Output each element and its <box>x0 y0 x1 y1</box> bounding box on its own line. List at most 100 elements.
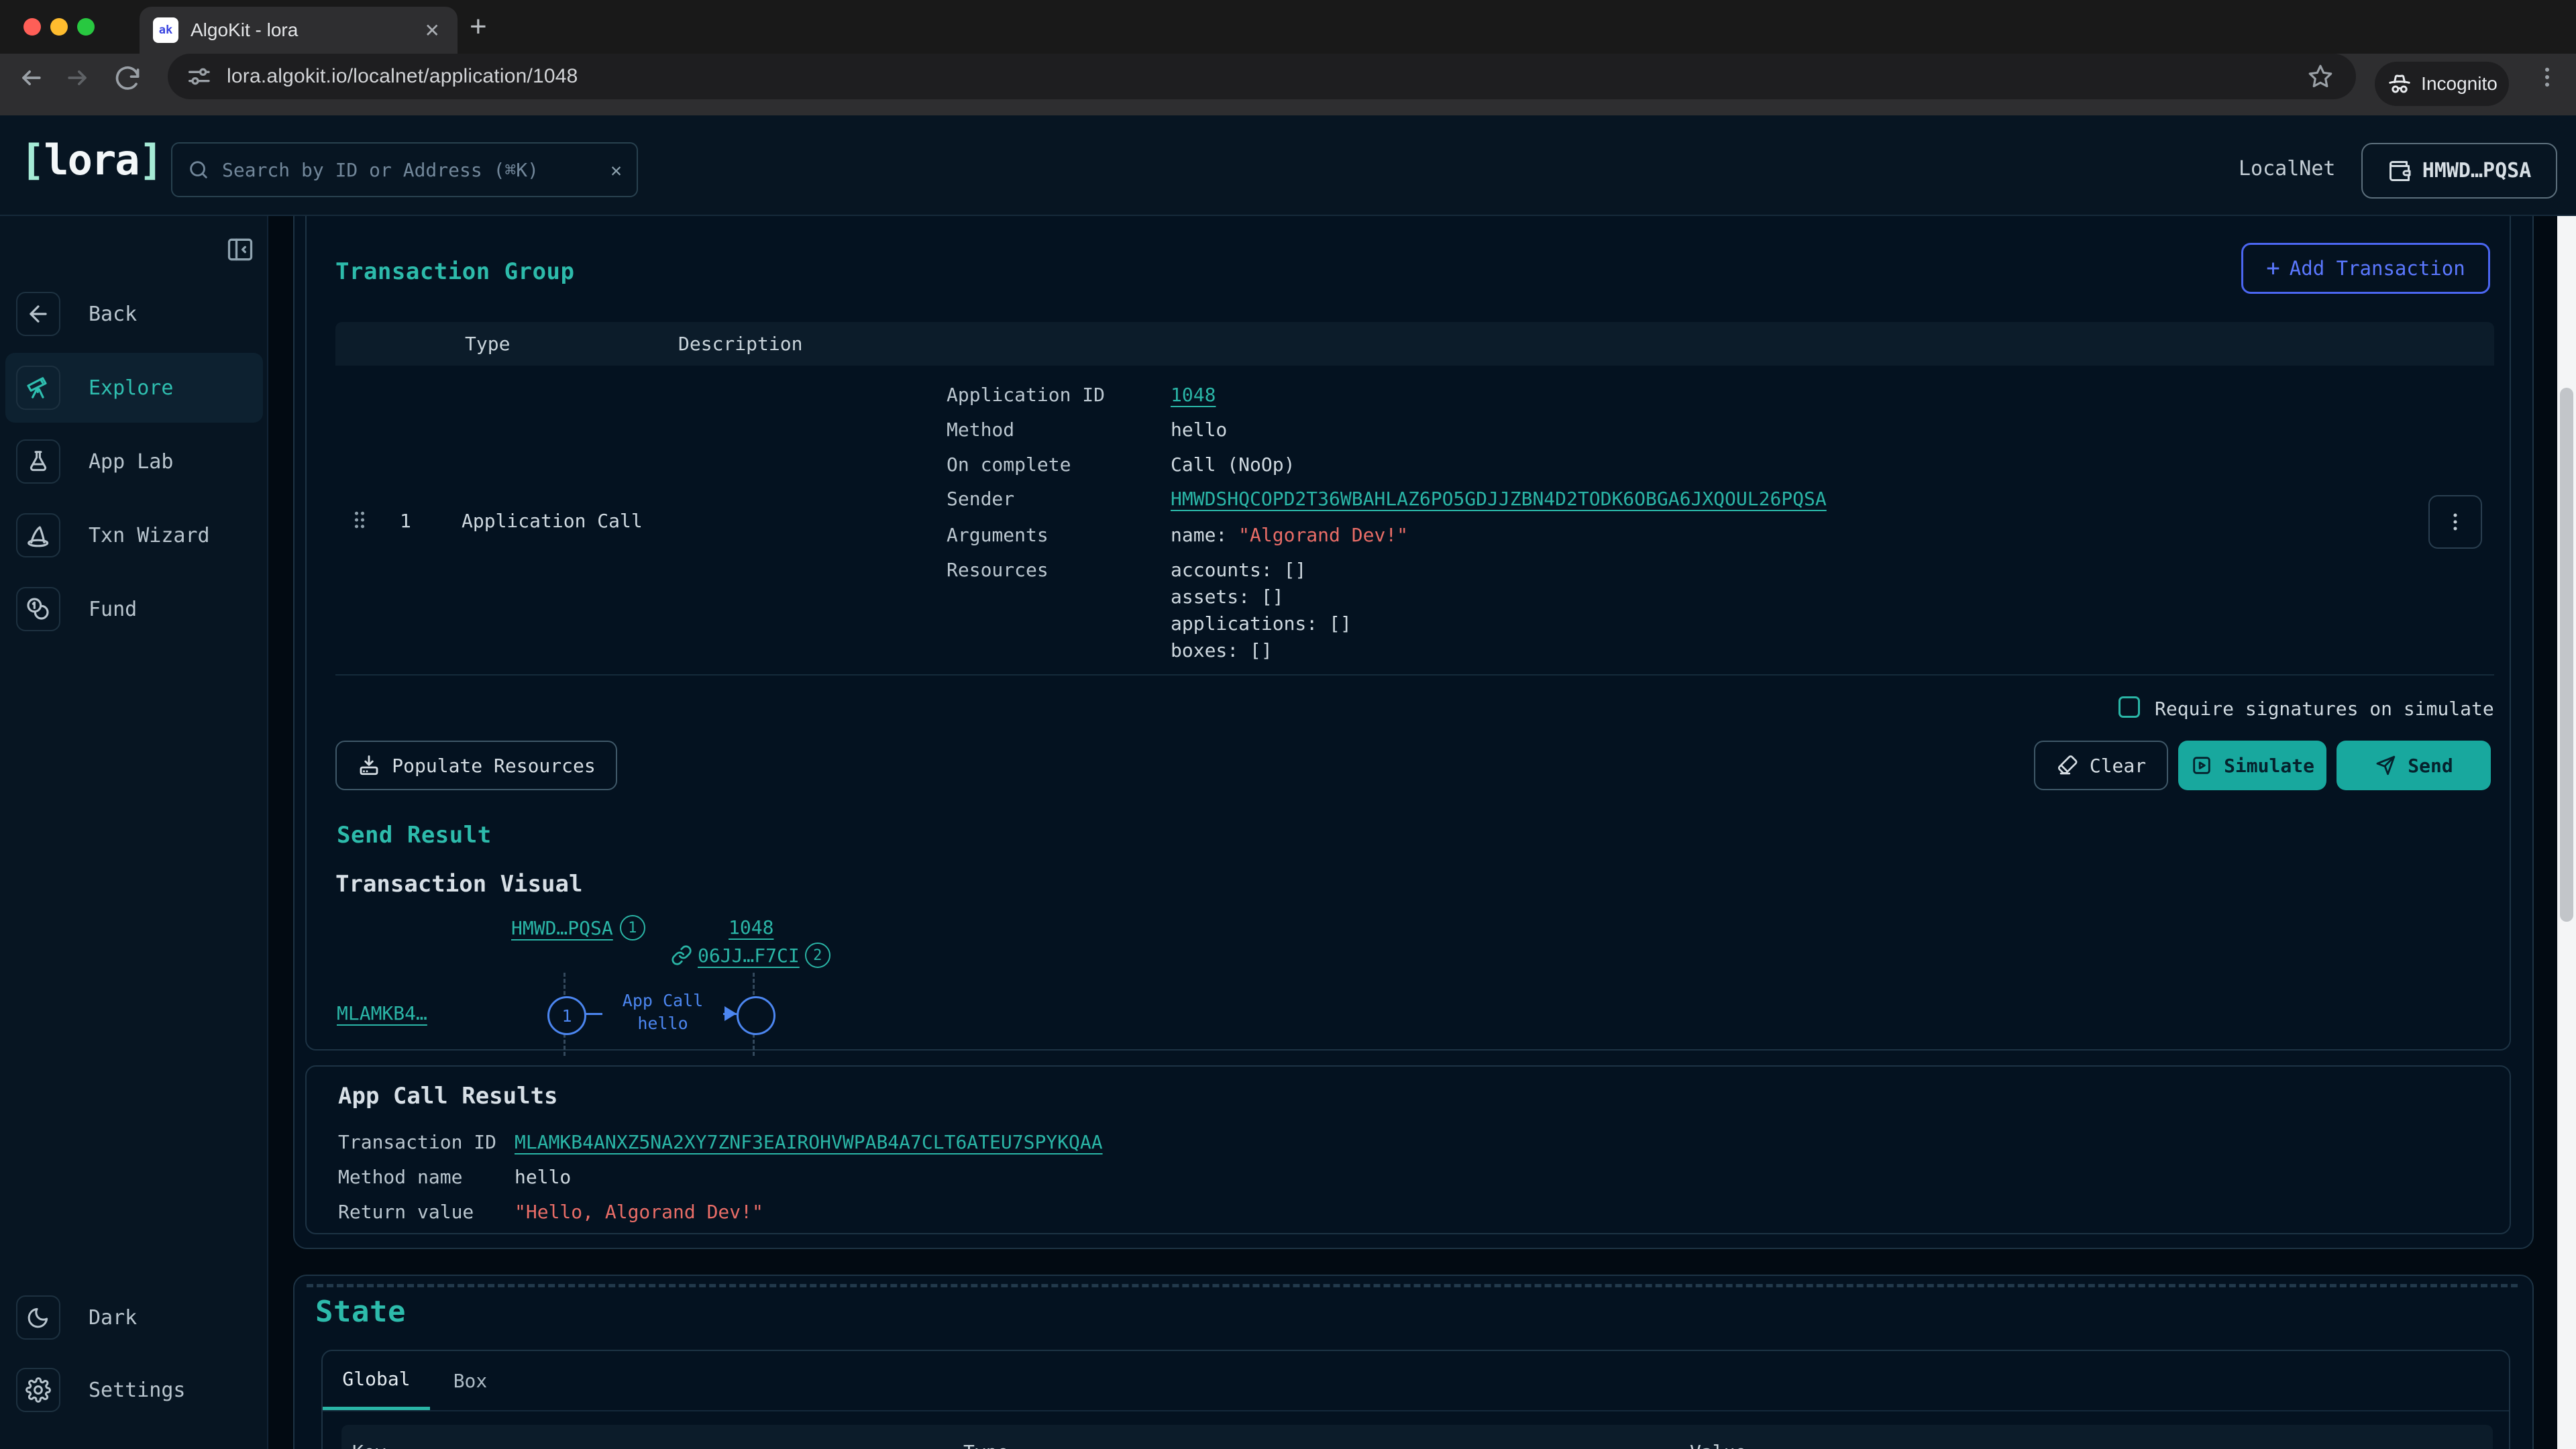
add-transaction-button[interactable]: + Add Transaction <box>2241 243 2490 294</box>
resource-applications: applications: [] <box>1171 612 1352 635</box>
window-close-button[interactable] <box>23 18 41 36</box>
edge-arrowhead <box>724 1006 737 1021</box>
state-table-header: Key Type Value <box>341 1425 2493 1449</box>
sidebar-item-theme-toggle[interactable]: Dark <box>5 1283 263 1352</box>
tab-title: AlgoKit - lora <box>191 19 421 41</box>
sidebar-item-back[interactable]: Back <box>5 279 263 349</box>
simulate-label: Simulate <box>2224 755 2314 777</box>
sidebar-item-txn-wizard[interactable]: Txn Wizard <box>5 500 263 570</box>
sidebar-item-label: Fund <box>89 598 137 621</box>
app-call-results-title: App Call Results <box>338 1083 558 1110</box>
app-lane-link[interactable]: 1048 <box>729 916 773 938</box>
visual-group-header[interactable]: 06JJ…F7CI 2 <box>671 943 830 968</box>
wallet-button[interactable]: HMWD…PQSA <box>2361 143 2557 199</box>
simulate-button[interactable]: Simulate <box>2178 741 2326 790</box>
field-label: On complete <box>947 453 1071 476</box>
browser-tab-strip: ak AlgoKit - lora ✕ + <box>0 0 2576 54</box>
txn-row-link[interactable]: MLAMKB4… <box>337 1002 427 1024</box>
transaction-id-label: Transaction ID <box>338 1131 496 1153</box>
sidebar-item-label: Settings <box>89 1379 186 1402</box>
txn-index: 1 <box>400 510 411 532</box>
flask-icon <box>16 439 60 484</box>
page-scrollbar-thumb[interactable] <box>2560 388 2573 922</box>
wizard-hat-icon <box>16 513 60 557</box>
app-header: [lora] Search by ID or Address (⌘K) ✕ Lo… <box>0 115 2576 216</box>
populate-resources-button[interactable]: Populate Resources <box>335 741 617 790</box>
reload-icon[interactable] <box>113 63 142 93</box>
sender-lane-link[interactable]: HMWD…PQSA <box>511 917 613 939</box>
sidebar-item-label: App Lab <box>89 450 173 474</box>
application-id-link[interactable]: 1048 <box>1171 384 1216 406</box>
column-type: Type <box>963 1441 1008 1449</box>
transaction-id-link[interactable]: MLAMKB4ANXZ5NA2XY7ZNF3EAIROHVWPAB4A7CLT6… <box>515 1131 1103 1153</box>
incognito-badge: Incognito <box>2375 62 2509 106</box>
tab-box[interactable]: Box <box>430 1351 511 1410</box>
network-selector[interactable]: LocalNet <box>2239 157 2336 180</box>
incognito-icon <box>2386 70 2413 97</box>
browser-tab[interactable]: ak AlgoKit - lora ✕ <box>140 7 458 54</box>
site-settings-icon[interactable] <box>185 63 212 90</box>
tab-close-icon[interactable]: ✕ <box>421 19 444 42</box>
dashed-divider <box>307 1284 2518 1287</box>
txn-table-header: Type Description <box>335 322 2494 366</box>
visual-sender-header[interactable]: HMWD…PQSA 1 <box>511 915 645 941</box>
node-index: 1 <box>561 1006 572 1026</box>
edge-label: App Call hello <box>602 989 723 1035</box>
browser-menu-icon[interactable] <box>2534 64 2560 90</box>
sender-address-link[interactable]: HMWDSHQCOPD2T36WBAHLAZ6PO5GDJJZBN4D2TODK… <box>1171 488 1827 510</box>
tab-global[interactable]: Global <box>323 1351 430 1410</box>
field-label: Method <box>947 419 1014 441</box>
window-zoom-button[interactable] <box>77 18 95 36</box>
column-description: Description <box>678 333 802 355</box>
sidebar-collapse-icon[interactable] <box>225 235 255 264</box>
search-icon <box>187 158 210 181</box>
moon-icon <box>16 1295 60 1340</box>
state-title: State <box>315 1295 406 1329</box>
txn-table-row[interactable]: 1 Application Call Application ID 1048 M… <box>335 366 2494 676</box>
clear-label: Clear <box>2090 755 2146 777</box>
tab-box-label: Box <box>453 1370 488 1392</box>
resource-accounts: accounts: [] <box>1171 559 1306 581</box>
group-link[interactable]: 06JJ…F7CI <box>698 945 800 967</box>
sidebar-item-settings[interactable]: Settings <box>5 1355 263 1425</box>
clear-button[interactable]: Clear <box>2034 741 2168 790</box>
window-minimize-button[interactable] <box>50 18 68 36</box>
argument-string: "Algorand Dev!" <box>1238 524 1408 546</box>
send-button[interactable]: Send <box>2337 741 2491 790</box>
play-square-icon <box>2190 754 2213 777</box>
url-bar[interactable]: lora.algokit.io/localnet/application/104… <box>168 54 2356 99</box>
logo-text: lora <box>44 136 138 184</box>
download-tray-icon <box>357 753 381 777</box>
populate-resources-label: Populate Resources <box>392 755 595 777</box>
wallet-icon <box>2387 159 2412 183</box>
txn-target-node[interactable] <box>737 996 775 1035</box>
sidebar-item-label: Dark <box>89 1306 137 1330</box>
require-signatures-checkbox[interactable] <box>2118 696 2140 718</box>
field-label: Resources <box>947 559 1049 581</box>
sidebar-item-fund[interactable]: Fund <box>5 574 263 644</box>
sidebar-item-explore[interactable]: Explore <box>5 353 263 423</box>
search-input[interactable]: Search by ID or Address (⌘K) ✕ <box>171 142 638 197</box>
drag-handle-icon[interactable] <box>347 508 372 532</box>
telescope-icon <box>16 366 60 410</box>
resource-assets: assets: [] <box>1171 586 1284 608</box>
return-value-label: Return value <box>338 1201 474 1223</box>
method-name-label: Method name <box>338 1166 462 1188</box>
field-label: Arguments <box>947 524 1049 546</box>
add-transaction-label: Add Transaction <box>2290 257 2465 280</box>
method-value: hello <box>1171 419 1227 441</box>
forward-icon[interactable] <box>63 63 93 93</box>
sidebar-item-app-lab[interactable]: App Lab <box>5 427 263 496</box>
screen: ak AlgoKit - lora ✕ + lora.algokit.io/lo… <box>0 0 2576 1449</box>
txn-source-node[interactable]: 1 <box>547 996 586 1035</box>
lora-logo[interactable]: [lora] <box>20 136 162 184</box>
logo-bracket-close: ] <box>139 136 162 184</box>
row-menu-button[interactable] <box>2428 495 2482 549</box>
bookmark-star-icon[interactable] <box>2306 62 2334 91</box>
method-name-value: hello <box>515 1166 571 1188</box>
search-clear-icon[interactable]: ✕ <box>610 159 622 181</box>
transaction-group-title: Transaction Group <box>335 258 575 285</box>
new-tab-button[interactable]: + <box>470 12 487 42</box>
column-value: Value <box>1690 1441 1746 1449</box>
group-badge: 2 <box>805 943 830 968</box>
